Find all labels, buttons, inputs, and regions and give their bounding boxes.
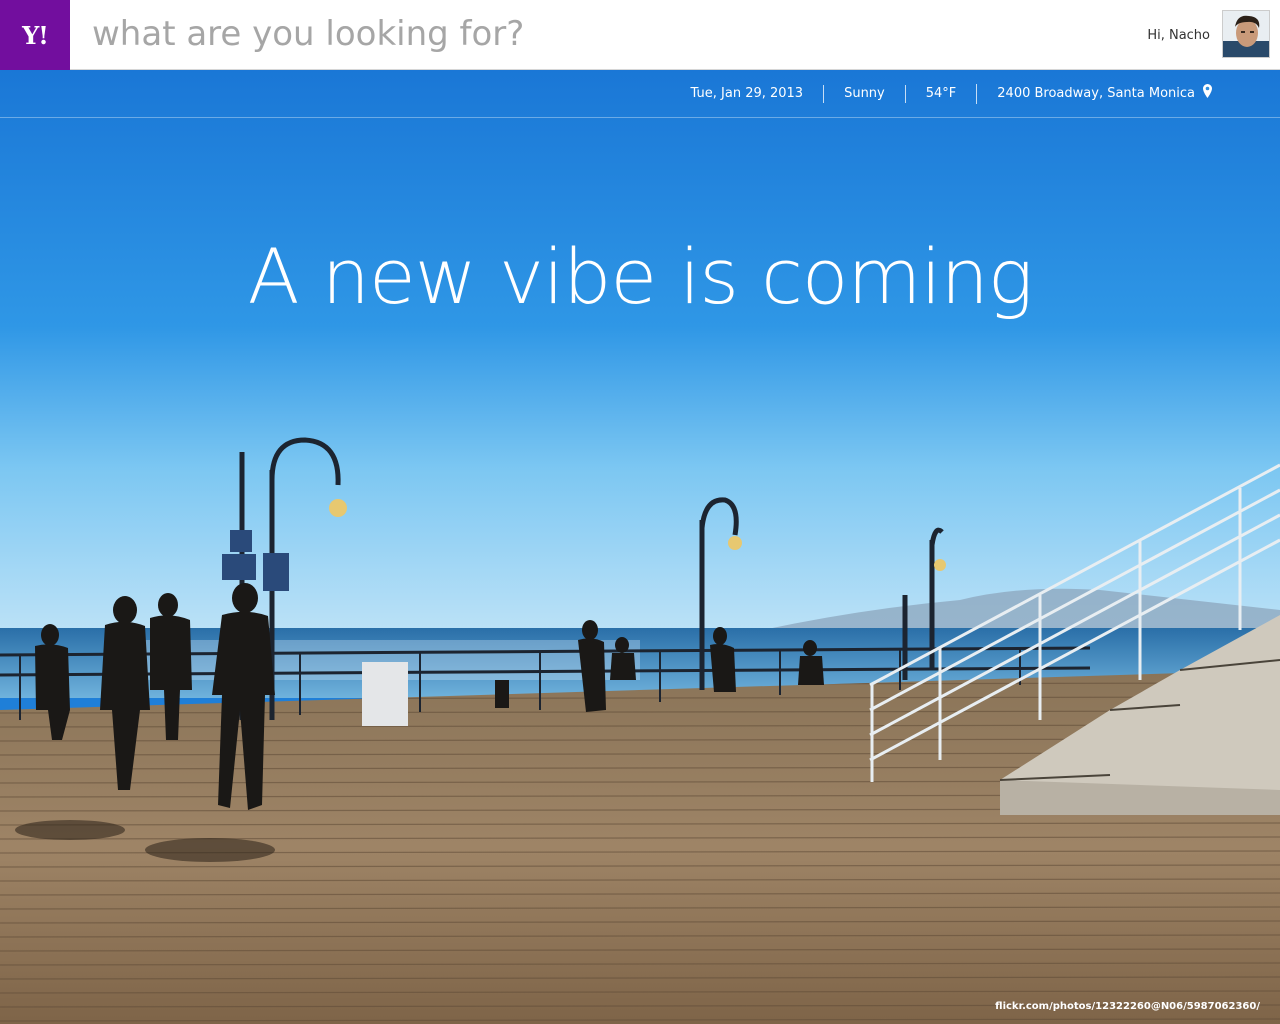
logo-text: Y!: [22, 20, 49, 50]
location-item[interactable]: 2400 Broadway, Santa Monica: [976, 83, 1232, 104]
pier-background-photo: [0, 70, 1280, 1024]
photo-credit-link[interactable]: flickr.com/photos/12322260@N06/598706236…: [995, 1001, 1260, 1012]
user-greeting[interactable]: Hi, Nacho: [1147, 28, 1210, 43]
search-input[interactable]: [92, 10, 992, 58]
hero-headline: A new vibe is coming: [247, 232, 1034, 321]
weather-item[interactable]: Sunny: [823, 84, 905, 103]
yahoo-logo[interactable]: Y!: [0, 0, 70, 70]
top-header: Y! Hi, Nacho: [0, 0, 1280, 70]
user-avatar-image: [1223, 11, 1269, 57]
avatar[interactable]: [1222, 10, 1270, 58]
temperature-label: 54°F: [925, 85, 957, 101]
date-item: Tue, Jan 29, 2013: [671, 85, 824, 103]
map-pin-icon: [1203, 83, 1212, 104]
weather-label: Sunny: [844, 85, 885, 101]
date-label: Tue, Jan 29, 2013: [690, 85, 804, 101]
location-label: 2400 Broadway, Santa Monica: [997, 85, 1195, 101]
info-bar: Tue, Jan 29, 2013 Sunny 54°F 2400 Broadw…: [0, 70, 1280, 118]
hero-section: Tue, Jan 29, 2013 Sunny 54°F 2400 Broadw…: [0, 70, 1280, 1024]
temperature-item[interactable]: 54°F: [904, 84, 977, 103]
